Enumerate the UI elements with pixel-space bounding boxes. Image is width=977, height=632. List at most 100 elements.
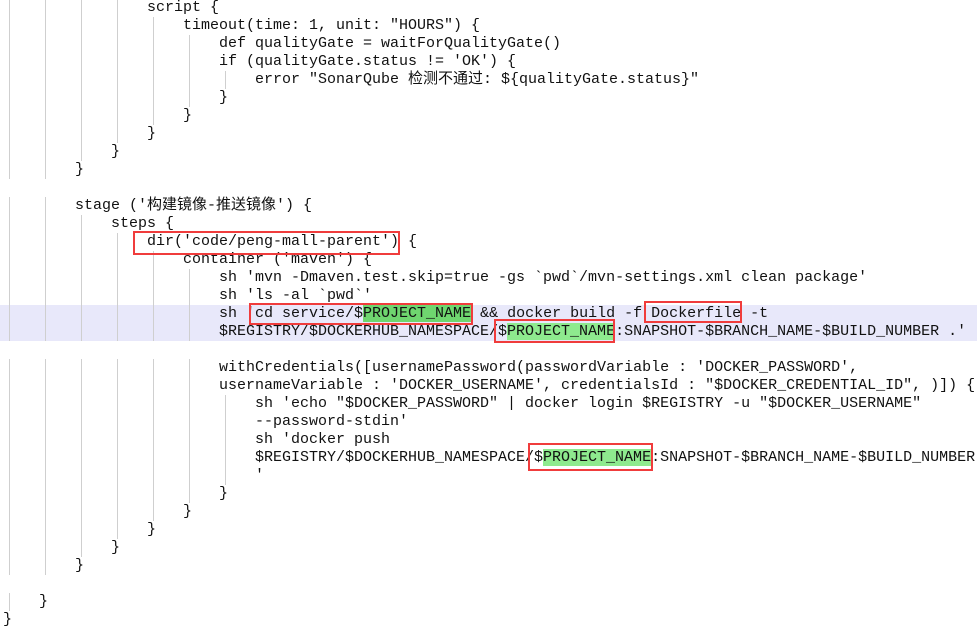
code-text: }: [3, 611, 13, 628]
code-text: }: [75, 557, 85, 574]
indent-guides: [3, 269, 219, 287]
code-text: :SNAPSHOT-$BRANCH_NAME-$BUILD_NUMBER .': [615, 323, 967, 340]
indent-guides: [3, 593, 39, 611]
code-text: }: [147, 125, 157, 142]
indent-guides: [3, 197, 75, 215]
indent-guides: [3, 503, 183, 521]
code-line[interactable]: def qualityGate = waitForQualityGate(): [0, 35, 977, 53]
code-text: $REGISTRY/$DOCKERHUB_NAMESPACE/$: [219, 323, 508, 340]
code-line[interactable]: sh 'mvn -Dmaven.test.skip=true -gs `pwd`…: [0, 269, 977, 287]
indent-guides: [3, 107, 183, 125]
indent-guides: [3, 521, 147, 539]
code-text: }: [183, 107, 193, 124]
search-match-highlight: PROJECT_NAME: [543, 449, 652, 466]
code-line[interactable]: }: [0, 503, 977, 521]
indent-guides: [3, 359, 219, 377]
code-text: }: [219, 485, 229, 502]
code-text: }: [147, 521, 157, 538]
code-text: $REGISTRY/$DOCKERHUB_NAMESPACE/$: [255, 449, 544, 466]
code-line[interactable]: [0, 341, 977, 359]
code-text: --password-stdin': [255, 413, 409, 430]
code-line[interactable]: }: [0, 593, 977, 611]
indent-guides: [3, 557, 75, 575]
code-line[interactable]: }: [0, 89, 977, 107]
indent-guides: [3, 0, 147, 17]
code-line[interactable]: container ('maven') {: [0, 251, 977, 269]
code-line[interactable]: $REGISTRY/$DOCKERHUB_NAMESPACE/$PROJECT_…: [0, 323, 977, 341]
search-match-highlight: PROJECT_NAME: [363, 305, 472, 322]
code-text: def qualityGate = waitForQualityGate(): [219, 35, 562, 52]
code-line[interactable]: }: [0, 485, 977, 503]
code-text: stage ('构建镜像-推送镜像') {: [75, 197, 313, 214]
indent-guides: [3, 215, 111, 233]
code-text: sh 'ls -al `pwd`': [219, 287, 373, 304]
code-text: container ('maven') {: [183, 251, 373, 268]
code-line[interactable]: [0, 575, 977, 593]
code-text: error "SonarQube 检测不通过: ${qualityGate.st…: [255, 71, 700, 88]
code-text: && docker build -f Dockerfile -t: [471, 305, 769, 322]
indent-guides: [3, 89, 219, 107]
code-text: script {: [147, 0, 220, 16]
indent-guides: [3, 17, 183, 35]
code-line[interactable]: timeout(time: 1, unit: "HOURS") {: [0, 17, 977, 35]
indent-guides: [3, 287, 219, 305]
indent-guides: [3, 431, 255, 449]
code-line[interactable]: withCredentials([usernamePassword(passwo…: [0, 359, 977, 377]
code-line[interactable]: sh 'docker push: [0, 431, 977, 449]
indent-guides: [3, 233, 147, 251]
indent-guides: [3, 485, 219, 503]
code-text: ': [255, 467, 265, 484]
code-text: }: [219, 89, 229, 106]
code-line[interactable]: }: [0, 539, 977, 557]
indent-guides: [3, 143, 111, 161]
code-text: :SNAPSHOT-$BRANCH_NAME-$BUILD_NUMBER: [651, 449, 976, 466]
code-line[interactable]: sh 'echo "$DOCKER_PASSWORD" | docker log…: [0, 395, 977, 413]
code-text: sh 'cd service/$: [219, 305, 364, 322]
code-line[interactable]: dir('code/peng-mall-parent') {: [0, 233, 977, 251]
code-text: }: [183, 503, 193, 520]
code-line[interactable]: }: [0, 143, 977, 161]
code-line[interactable]: if (qualityGate.status != 'OK') {: [0, 53, 977, 71]
indent-guides: [3, 395, 255, 413]
code-text: sh 'mvn -Dmaven.test.skip=true -gs `pwd`…: [219, 269, 868, 286]
code-text: }: [39, 593, 49, 610]
indent-guides: [3, 35, 219, 53]
code-line[interactable]: }: [0, 107, 977, 125]
code-line[interactable]: stage ('构建镜像-推送镜像') {: [0, 197, 977, 215]
indent-guides: [3, 449, 255, 467]
code-line[interactable]: $REGISTRY/$DOCKERHUB_NAMESPACE/$PROJECT_…: [0, 449, 977, 467]
indent-guides: [3, 323, 219, 341]
code-line[interactable]: [0, 179, 977, 197]
code-line[interactable]: }: [0, 611, 977, 629]
code-text: }: [75, 161, 85, 178]
indent-guides: [3, 539, 111, 557]
code-text: usernameVariable : 'DOCKER_USERNAME', cr…: [219, 377, 976, 394]
indent-guides: [3, 413, 255, 431]
code-line[interactable]: script {: [0, 0, 977, 17]
code-text: dir('code/peng-mall-parent') {: [147, 233, 418, 250]
code-line[interactable]: sh 'ls -al `pwd`': [0, 287, 977, 305]
indent-guides: [3, 161, 75, 179]
indent-guides: [3, 71, 255, 89]
code-line[interactable]: }: [0, 125, 977, 143]
code-text: sh 'docker push: [255, 431, 391, 448]
code-text: steps {: [111, 215, 175, 232]
code-text: sh 'echo "$DOCKER_PASSWORD" | docker log…: [255, 395, 922, 412]
code-line[interactable]: }: [0, 521, 977, 539]
code-text: if (qualityGate.status != 'OK') {: [219, 53, 517, 70]
code-line[interactable]: error "SonarQube 检测不通过: ${qualityGate.st…: [0, 71, 977, 89]
indent-guides: [3, 125, 147, 143]
code-line[interactable]: steps {: [0, 215, 977, 233]
indent-guides: [3, 53, 219, 71]
code-line[interactable]: }: [0, 557, 977, 575]
indent-guides: [3, 377, 219, 395]
indent-guides: [3, 251, 183, 269]
code-line[interactable]: usernameVariable : 'DOCKER_USERNAME', cr…: [0, 377, 977, 395]
code-line[interactable]: --password-stdin': [0, 413, 977, 431]
code-line[interactable]: sh 'cd service/$PROJECT_NAME && docker b…: [0, 305, 977, 323]
code-line[interactable]: ': [0, 467, 977, 485]
code-text: }: [111, 143, 121, 160]
code-editor[interactable]: script {timeout(time: 1, unit: "HOURS") …: [0, 0, 977, 629]
code-line[interactable]: }: [0, 161, 977, 179]
indent-guides: [3, 305, 219, 323]
